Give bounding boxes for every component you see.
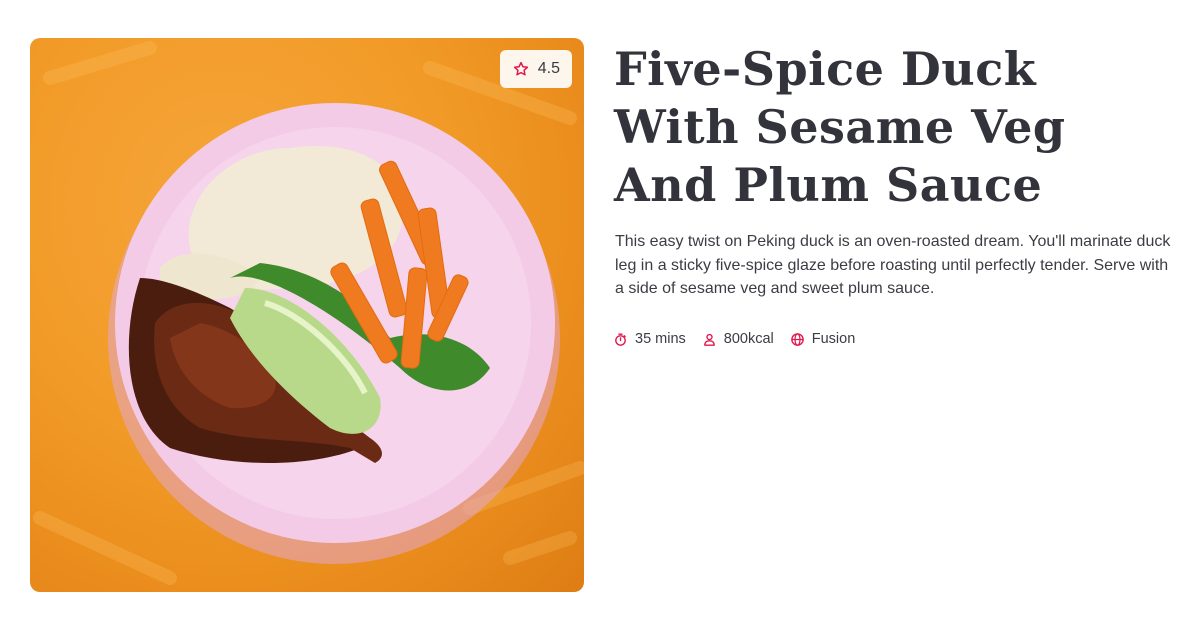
meta-time-label: 35 mins xyxy=(635,331,686,347)
rating-badge: 4.5 xyxy=(499,50,572,88)
recipe-meta: 35 mins 800kcal Fusion xyxy=(613,331,855,347)
globe-icon xyxy=(790,332,804,346)
recipe-description: This easy twist on Peking duck is an ove… xyxy=(615,233,1171,297)
meta-cuisine: Fusion xyxy=(790,331,856,347)
star-icon xyxy=(513,61,528,76)
timer-icon xyxy=(615,333,626,346)
rating-value: 4.5 xyxy=(537,60,560,77)
meta-calories: 800kcal xyxy=(702,331,774,347)
recipe-title: Five-Spice Duck With Sesame Veg And Plum… xyxy=(614,42,1066,212)
person-icon xyxy=(703,333,715,346)
meta-time: 35 mins xyxy=(613,331,686,347)
recipe-photo: 4.5 xyxy=(30,38,584,592)
dish-illustration xyxy=(33,41,584,585)
meta-cuisine-label: Fusion xyxy=(811,331,856,347)
meta-calories-label: 800kcal xyxy=(723,331,774,347)
